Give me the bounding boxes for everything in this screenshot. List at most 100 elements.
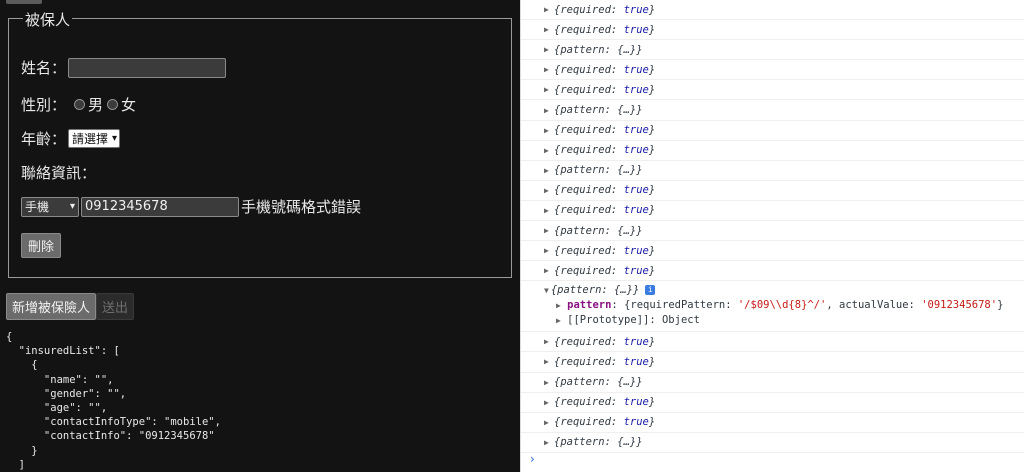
console-entry-text: {required: true}: [554, 355, 656, 368]
detail-suffix: }: [997, 299, 1004, 312]
expand-arrow-icon[interactable]: ▼: [544, 286, 549, 295]
expand-arrow-icon[interactable]: ▶: [544, 357, 549, 366]
age-select-value: 請選擇: [72, 132, 109, 146]
expand-arrow-icon[interactable]: ▶: [544, 378, 549, 387]
console-entry[interactable]: ▶ {pattern: {…}}: [521, 433, 1024, 453]
chevron-down-icon: ▾: [69, 201, 75, 212]
console-entry-text: {pattern: {…}}: [554, 104, 643, 117]
expand-arrow-icon[interactable]: ▶: [544, 166, 549, 175]
contact-row: 手機 ▾ 手機號碼格式錯誤: [21, 196, 361, 217]
console-entry-text: {required: true}: [554, 144, 656, 157]
chevron-down-icon: ▾: [112, 133, 118, 144]
prototype-line: ▶ [[Prototype]]: Object: [556, 314, 700, 326]
detail-mid: , actualValue:: [826, 299, 922, 312]
expand-arrow-icon[interactable]: ▶: [544, 226, 549, 235]
expand-arrow-icon[interactable]: ▶: [544, 246, 549, 255]
console-expanded-entry[interactable]: ▼ {pattern: {…}} i ▶ pattern: {requiredP…: [521, 281, 1024, 333]
expand-arrow-icon[interactable]: ▶: [544, 85, 549, 94]
console-entry[interactable]: ▶ {pattern: {…}}: [521, 161, 1024, 181]
console-prompt-icon[interactable]: ›: [530, 452, 535, 466]
console-entry-text: {required: true}: [554, 124, 656, 137]
name-label: 姓名：: [21, 59, 67, 77]
expand-arrow-icon[interactable]: ▶: [544, 337, 549, 346]
gender-female-label: 女: [121, 96, 137, 114]
contact-type-value: 手機: [25, 200, 50, 214]
console-entry[interactable]: ▶ {required: true}: [521, 393, 1024, 413]
console-entry-text: {pattern: {…}}: [554, 436, 643, 449]
console-entry[interactable]: ▶ {required: true}: [521, 0, 1024, 21]
expanded-detail: ▶ pattern: {requiredPattern: '/$09\\d{8}…: [556, 299, 1003, 311]
submit-button[interactable]: 送出: [96, 293, 135, 320]
collapse-arrow-icon[interactable]: ▶: [556, 301, 561, 310]
console-entry[interactable]: ▶ {pattern: {…}}: [521, 221, 1024, 242]
console-entry[interactable]: ▶ {required: true}: [521, 121, 1024, 141]
console-entry-text: {required: true}: [554, 63, 656, 76]
console-entry-text: {required: true}: [554, 416, 656, 429]
prototype-text: [[Prototype]]: Object: [567, 314, 700, 327]
console-entry[interactable]: ▶ {required: true}: [521, 141, 1024, 161]
console-entry[interactable]: ▶ {pattern: {…}}: [521, 40, 1024, 61]
insured-fieldset: 被保人 姓名： 性別： 男 女 年齡： 請選擇 ▾ 聯絡資訊： 手機 ▾ 091…: [8, 9, 512, 278]
form-panel: 被保人 姓名： 性別： 男 女 年齡： 請選擇 ▾ 聯絡資訊： 手機 ▾ 091…: [0, 0, 520, 472]
console-entry-text: {required: true}: [554, 184, 656, 197]
console-entry[interactable]: ▶ {required: true}: [521, 332, 1024, 353]
console-entry-text: {required: true}: [554, 83, 656, 96]
expand-arrow-icon[interactable]: ▶: [544, 126, 549, 135]
console-entry[interactable]: ▶ {required: true}: [521, 181, 1024, 201]
console-entry-text: {required: true}: [554, 244, 656, 257]
fieldset-legend: 被保人: [23, 9, 73, 30]
gender-male-label: 男: [88, 96, 104, 114]
add-insured-button[interactable]: 新增被保險人: [6, 293, 97, 320]
console-entry[interactable]: ▶ {required: true}: [521, 261, 1024, 282]
console-entry[interactable]: ▶ {required: true}: [521, 60, 1024, 81]
expand-arrow-icon[interactable]: ▶: [544, 146, 549, 155]
expand-arrow-icon[interactable]: ▶: [544, 45, 549, 54]
name-input[interactable]: [68, 57, 227, 78]
gender-label: 性別：: [21, 96, 67, 114]
expand-arrow-icon[interactable]: ▶: [544, 5, 549, 14]
console-entry[interactable]: ▶ {pattern: {…}}: [521, 373, 1024, 393]
expand-arrow-icon[interactable]: ▶: [544, 106, 549, 115]
console-entry-text: {required: true}: [554, 23, 656, 36]
console-entry[interactable]: ▶ {required: true}: [521, 413, 1024, 433]
console-entry[interactable]: ▶ {required: true}: [521, 201, 1024, 222]
detail-prefix: : {requiredPattern:: [611, 299, 738, 312]
age-row: 年齡： 請選擇 ▾: [21, 128, 121, 149]
expand-arrow-icon[interactable]: ▶: [544, 186, 549, 195]
expand-arrow-icon[interactable]: ▶: [544, 65, 549, 74]
expand-arrow-icon[interactable]: ▶: [544, 418, 549, 427]
contact-type-select[interactable]: 手機 ▾: [21, 196, 79, 217]
expand-arrow-icon[interactable]: ▶: [544, 25, 549, 34]
console-entry-text: {required: true}: [554, 335, 656, 348]
expand-arrow-icon[interactable]: ▶: [544, 438, 549, 447]
expand-arrow-icon[interactable]: ▶: [544, 398, 549, 407]
console-entry[interactable]: ▶ {required: true}: [521, 20, 1024, 41]
delete-row: 刪除: [21, 233, 62, 258]
console-entry-text: {required: true}: [554, 204, 656, 217]
collapse-arrow-icon[interactable]: ▶: [556, 316, 561, 325]
expanded-summary: {pattern: {…}}: [550, 284, 640, 297]
console-entry-text: {pattern: {…}}: [554, 164, 643, 177]
required-pattern-value: '/$09\\d{8}^/': [737, 299, 827, 312]
gender-row: 性別： 男 女: [21, 94, 136, 115]
console-entry[interactable]: ▶ {required: true}: [521, 80, 1024, 101]
age-select[interactable]: 請選擇 ▾: [68, 129, 121, 148]
top-button-stub[interactable]: [6, 0, 42, 4]
contact-error-message: 手機號碼格式錯誤: [241, 198, 362, 216]
console-entry-text: {required: true}: [554, 396, 656, 409]
gender-male-radio[interactable]: [74, 99, 86, 110]
gender-female-radio[interactable]: [107, 99, 119, 110]
delete-button[interactable]: 刪除: [21, 233, 62, 258]
expand-arrow-icon[interactable]: ▶: [544, 206, 549, 215]
detail-key: pattern: [567, 299, 612, 312]
json-preview: { "insuredList": [ { "name": "", "gender…: [6, 331, 221, 471]
actual-value: '0912345678': [921, 299, 998, 312]
info-icon[interactable]: i: [645, 285, 656, 296]
console-entry[interactable]: ▶ {required: true}: [521, 241, 1024, 262]
age-label: 年齡：: [21, 130, 67, 148]
console-entry[interactable]: ▶ {required: true}: [521, 352, 1024, 373]
console-entry[interactable]: ▶ {pattern: {…}}: [521, 100, 1024, 121]
contact-input[interactable]: [81, 196, 239, 217]
expand-arrow-icon[interactable]: ▶: [544, 266, 549, 275]
console-entry-text: {pattern: {…}}: [554, 43, 643, 56]
